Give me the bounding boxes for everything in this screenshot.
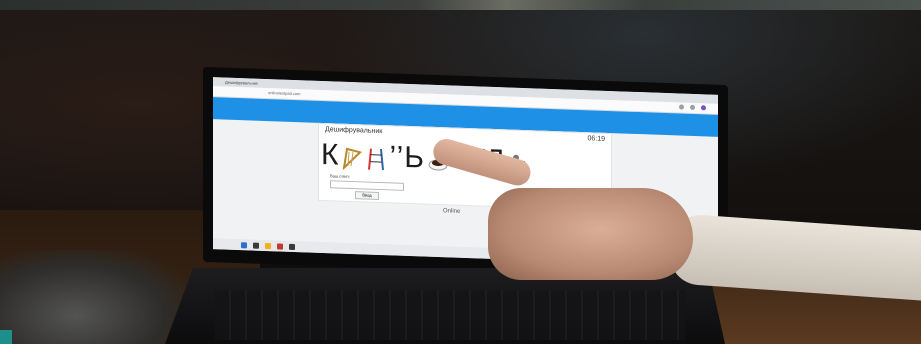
harp-icon [341, 144, 363, 171]
browser-tab-label[interactable]: Дешифрувальник [213, 79, 258, 86]
profile-avatar-icon[interactable] [701, 105, 706, 111]
ladder-icon [365, 145, 387, 171]
photo-scene: Дешифрувальник onlinetestpad.com Дешифру… [0, 0, 921, 344]
answer-label: Ваш ответ: [330, 173, 351, 179]
hand [488, 188, 693, 280]
answer-input[interactable] [330, 180, 404, 191]
search-icon[interactable] [253, 242, 259, 249]
card-title: Дешифрувальник [325, 126, 383, 136]
rebus-letter-1: К [321, 137, 340, 172]
start-icon[interactable] [241, 241, 247, 248]
cyan-edge [0, 330, 12, 344]
address-text: onlinetestpad.com [268, 90, 301, 97]
top-strip [0, 0, 921, 10]
rebus-letter-2: ’’Ь [389, 140, 425, 175]
browser-icon[interactable] [277, 242, 283, 250]
footer-logo: Online [443, 208, 461, 215]
extension-icon[interactable] [690, 104, 695, 111]
keyboard-keys [215, 290, 685, 340]
countdown-timer: 06:19 [587, 135, 605, 143]
folder-icon[interactable] [265, 242, 271, 249]
app-icon[interactable] [289, 243, 295, 250]
star-icon[interactable] [679, 104, 684, 110]
submit-button[interactable]: Ввод [355, 191, 379, 200]
browser-toolbar-icons [679, 104, 706, 111]
blurry-foreground-object [0, 250, 190, 344]
